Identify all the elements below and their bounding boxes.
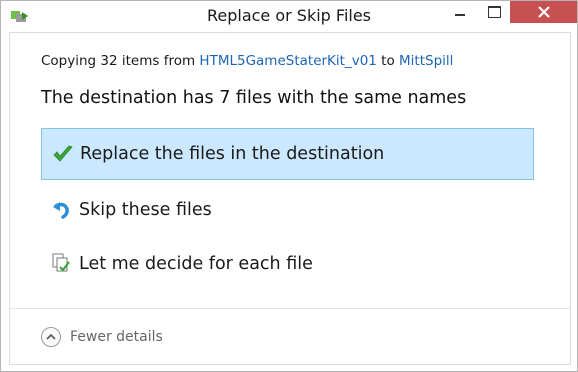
copy-to-word: to xyxy=(381,53,395,69)
copy-prefix: Copying 32 items from xyxy=(41,53,196,69)
minimize-icon xyxy=(455,14,465,16)
conflict-headline: The destination has 7 files with the sam… xyxy=(41,88,467,108)
decide-files-icon xyxy=(51,253,73,275)
fewer-details-label: Fewer details xyxy=(70,329,163,345)
close-button[interactable] xyxy=(510,1,577,23)
replace-files-option[interactable]: Replace the files in the destination xyxy=(41,128,534,180)
minimize-button[interactable] xyxy=(446,1,474,23)
maximize-button[interactable] xyxy=(480,1,508,23)
footer-divider xyxy=(10,308,570,309)
skip-arrow-icon xyxy=(51,199,73,221)
fewer-details-toggle[interactable]: Fewer details xyxy=(41,325,163,349)
replace-skip-dialog: Replace or Skip Files Copying 32 items f… xyxy=(0,0,578,372)
skip-files-label: Skip these files xyxy=(79,200,212,220)
replace-files-label: Replace the files in the destination xyxy=(80,144,385,164)
source-folder-link[interactable]: HTML5GameStaterKit_v01 xyxy=(199,53,376,69)
title-bar[interactable]: Replace or Skip Files xyxy=(1,1,577,32)
copy-summary: Copying 32 items from HTML5GameStaterKit… xyxy=(41,53,453,69)
dialog-content: Copying 32 items from HTML5GameStaterKit… xyxy=(9,32,571,365)
destination-folder-link[interactable]: MittSpill xyxy=(399,53,453,69)
decide-each-file-label: Let me decide for each file xyxy=(79,254,313,274)
maximize-icon xyxy=(487,6,501,18)
checkmark-icon xyxy=(52,143,74,165)
chevron-up-icon xyxy=(41,327,61,347)
skip-files-option[interactable]: Skip these files xyxy=(41,184,534,236)
decide-each-file-option[interactable]: Let me decide for each file xyxy=(41,238,534,290)
close-icon xyxy=(537,6,550,18)
